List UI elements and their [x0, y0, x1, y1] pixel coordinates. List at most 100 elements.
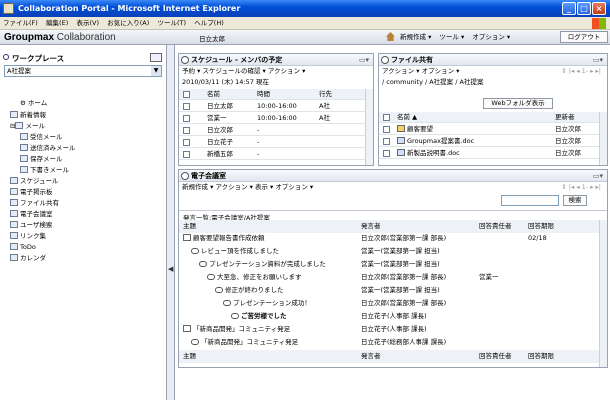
meeting-search-input[interactable] [501, 195, 559, 206]
files-actions[interactable]: アクション ▾ オプション ▾ [382, 67, 459, 75]
workplace-select[interactable]: A社提案 ▼ [4, 65, 162, 77]
row-checkbox[interactable] [383, 138, 390, 145]
todo-icon [10, 243, 18, 250]
app-header: Groupmax Collaboration 日立太郎 新規作成 ▾ ツール ▾… [0, 30, 610, 45]
table-row[interactable]: プレゼンテーション資料が完成しました 営業一(営業部第一課 担当) [179, 258, 599, 271]
meeting-actions[interactable]: 新規作成 ▾ アクション ▾ 表示 ▾ オプション ▾ [182, 183, 313, 191]
table-row[interactable]: ご苦労様でした 日立花子(人事部 課長) [179, 310, 599, 323]
col-subject[interactable]: 主題 [183, 220, 196, 233]
col-updater[interactable]: 更新者 [555, 112, 575, 123]
tools-menu[interactable]: ツール ▾ [439, 32, 464, 43]
table-row[interactable]: 大至急、修正をお願いします 日立次郎(営業部第一課 部長) 営業一 [179, 271, 599, 284]
row-checkbox[interactable] [183, 139, 190, 146]
schedule-header-row: 名前 時間 行先 [179, 89, 367, 100]
table-row[interactable]: プレゼンテーション成功！ 日立次郎(営業部第一課 部長) [179, 297, 599, 310]
col-time[interactable]: 時間 [257, 89, 270, 100]
row-checkbox[interactable] [383, 126, 390, 133]
tree-schedule[interactable]: スケジュール [10, 176, 76, 187]
table-row[interactable]: レビュー頂を作成しました 営業一(営業部第一課 担当) [179, 245, 599, 258]
tree-drafts[interactable]: 下書きメール [10, 165, 76, 176]
workplace-panel: ワークプレース A社提案 ▼ ⚙ ホーム 新着情報 ⊟ メール 受信メール 送信済… [0, 45, 167, 400]
tree-sent[interactable]: 送信済みメール [10, 143, 76, 154]
table-row[interactable]: 新橋五郎 - [179, 149, 367, 160]
close-button[interactable]: × [592, 2, 606, 15]
table-row[interactable]: 日立花子 - [179, 137, 367, 148]
table-row[interactable]: 営業一 10:00-16:00 A社 [179, 113, 367, 124]
table-row[interactable]: 日立太郎 10:00-16:00 A社 [179, 101, 367, 112]
menu-view[interactable]: 表示(V) [73, 17, 102, 30]
col-speaker[interactable]: 発言者 [361, 350, 381, 363]
tree-bbs[interactable]: 電子掲示板 [10, 187, 76, 198]
files-pager[interactable]: ⇕ |◂ ◂ 1- ▸ ▸| [561, 66, 601, 77]
col-due[interactable]: 回答期限 [528, 220, 554, 233]
col-responder[interactable]: 回答責任者 [479, 350, 512, 363]
col-responder[interactable]: 回答責任者 [479, 220, 512, 233]
new-menu[interactable]: 新規作成 ▾ [400, 32, 431, 43]
panel-splitter[interactable]: ◀ [167, 45, 175, 400]
tree-user-search[interactable]: ユーザ検索 [10, 220, 76, 231]
calendar-icon [10, 254, 18, 261]
table-row[interactable]: 「新商品開発」コミュニティ発足 日立花子(総務部人事課 課長) [179, 336, 599, 349]
files-toolbar: アクション ▾ オプション ▾ ⇕ |◂ ◂ 1- ▸ ▸| [379, 66, 607, 77]
web-folder-button[interactable]: Webフォルダ表示 [483, 98, 553, 109]
home-icon[interactable] [386, 32, 395, 41]
col-speaker[interactable]: 発言者 [361, 220, 381, 233]
table-row[interactable]: 顧客要望 日立次郎 [379, 124, 601, 135]
table-row[interactable]: 日立次郎 - [179, 125, 367, 136]
schedule-toolbar[interactable]: 予約 ▾ スケジュールの確認 ▾ アクション ▾ [179, 66, 373, 77]
row-checkbox[interactable] [183, 151, 190, 158]
table-row[interactable]: 新製品説明書.doc 日立次郎 [379, 148, 601, 159]
select-all-checkbox[interactable] [183, 91, 190, 98]
schedule-scrollbar[interactable] [365, 89, 373, 165]
tree-calendar[interactable]: カレンダ [10, 253, 76, 264]
select-all-checkbox[interactable] [383, 114, 390, 121]
logout-button[interactable]: ログアウト [560, 31, 608, 43]
panel-menu-icon[interactable]: ▭▾ [359, 54, 369, 66]
table-row[interactable]: 修正が終わりました 営業一(営業部第一課 担当) [179, 284, 599, 297]
tree-links[interactable]: リンク集 [10, 231, 76, 242]
nav-tree: 新着情報 ⊟ メール 受信メール 送信済みメール 保存メール 下書きメール スケジ… [10, 110, 76, 264]
files-scrollbar[interactable] [599, 112, 607, 165]
collapse-arrow-icon[interactable]: ◀ [168, 265, 173, 273]
minimize-button[interactable]: _ [562, 2, 576, 15]
workplace-settings-icon[interactable] [150, 53, 162, 62]
current-user: 日立太郎 [199, 35, 225, 43]
row-checkbox[interactable] [183, 103, 190, 110]
row-checkbox[interactable] [383, 150, 390, 157]
table-row[interactable]: Groupmax提案書.doc 日立次郎 [379, 136, 601, 147]
tree-todo[interactable]: ToDo [10, 242, 76, 253]
tree-saved[interactable]: 保存メール [10, 154, 76, 165]
tree-inbox[interactable]: 受信メール [10, 132, 76, 143]
table-row[interactable]: 「新商品開発」コミュニティ発足 日立花子(人事部 課長) [179, 323, 599, 336]
table-row[interactable]: 顧客要望報告書作成依頼 日立次郎(営業部第一課 部長) 02/18 [179, 232, 599, 245]
meeting-scrollbar[interactable] [599, 220, 607, 367]
col-name[interactable]: 名前 [207, 89, 220, 100]
maximize-button[interactable]: □ [577, 2, 591, 15]
drafts-icon [20, 166, 28, 173]
row-checkbox[interactable] [183, 127, 190, 134]
tree-mail[interactable]: ⊟ メール [10, 121, 76, 132]
tree-files[interactable]: ファイル共有 [10, 198, 76, 209]
col-subject[interactable]: 主題 [183, 350, 196, 363]
panel-menu-icon[interactable]: ▭▾ [593, 170, 603, 182]
row-checkbox[interactable] [183, 115, 190, 122]
meeting-search-button[interactable]: 検索 [563, 195, 587, 206]
menu-tools[interactable]: ツール(T) [155, 17, 190, 30]
menu-edit[interactable]: 編集(E) [43, 17, 71, 30]
tree-new-info[interactable]: 新着情報 [10, 110, 76, 121]
menu-file[interactable]: ファイル(F) [0, 17, 41, 30]
options-menu[interactable]: オプション ▾ [472, 32, 510, 43]
reply-icon [199, 261, 207, 267]
meeting-pager[interactable]: ⇕ |◂ ◂ 1- ▸ ▸| [561, 182, 601, 193]
meeting-toolbar: 新規作成 ▾ アクション ▾ 表示 ▾ オプション ▾ ⇕ |◂ ◂ 1- ▸ … [179, 182, 607, 193]
col-name[interactable]: 名前 ▲ [397, 112, 417, 123]
saved-icon [20, 155, 28, 162]
menu-help[interactable]: ヘルプ(H) [191, 17, 226, 30]
col-place[interactable]: 行先 [319, 89, 332, 100]
panel-menu-icon[interactable]: ▭▾ [593, 54, 603, 66]
clock-icon [10, 177, 18, 184]
menu-favorites[interactable]: お気に入り(A) [104, 17, 152, 30]
tree-meeting[interactable]: 電子会議室 [10, 209, 76, 220]
col-due[interactable]: 回答期限 [528, 350, 554, 363]
home-link[interactable]: ⚙ ホーム [20, 97, 47, 107]
